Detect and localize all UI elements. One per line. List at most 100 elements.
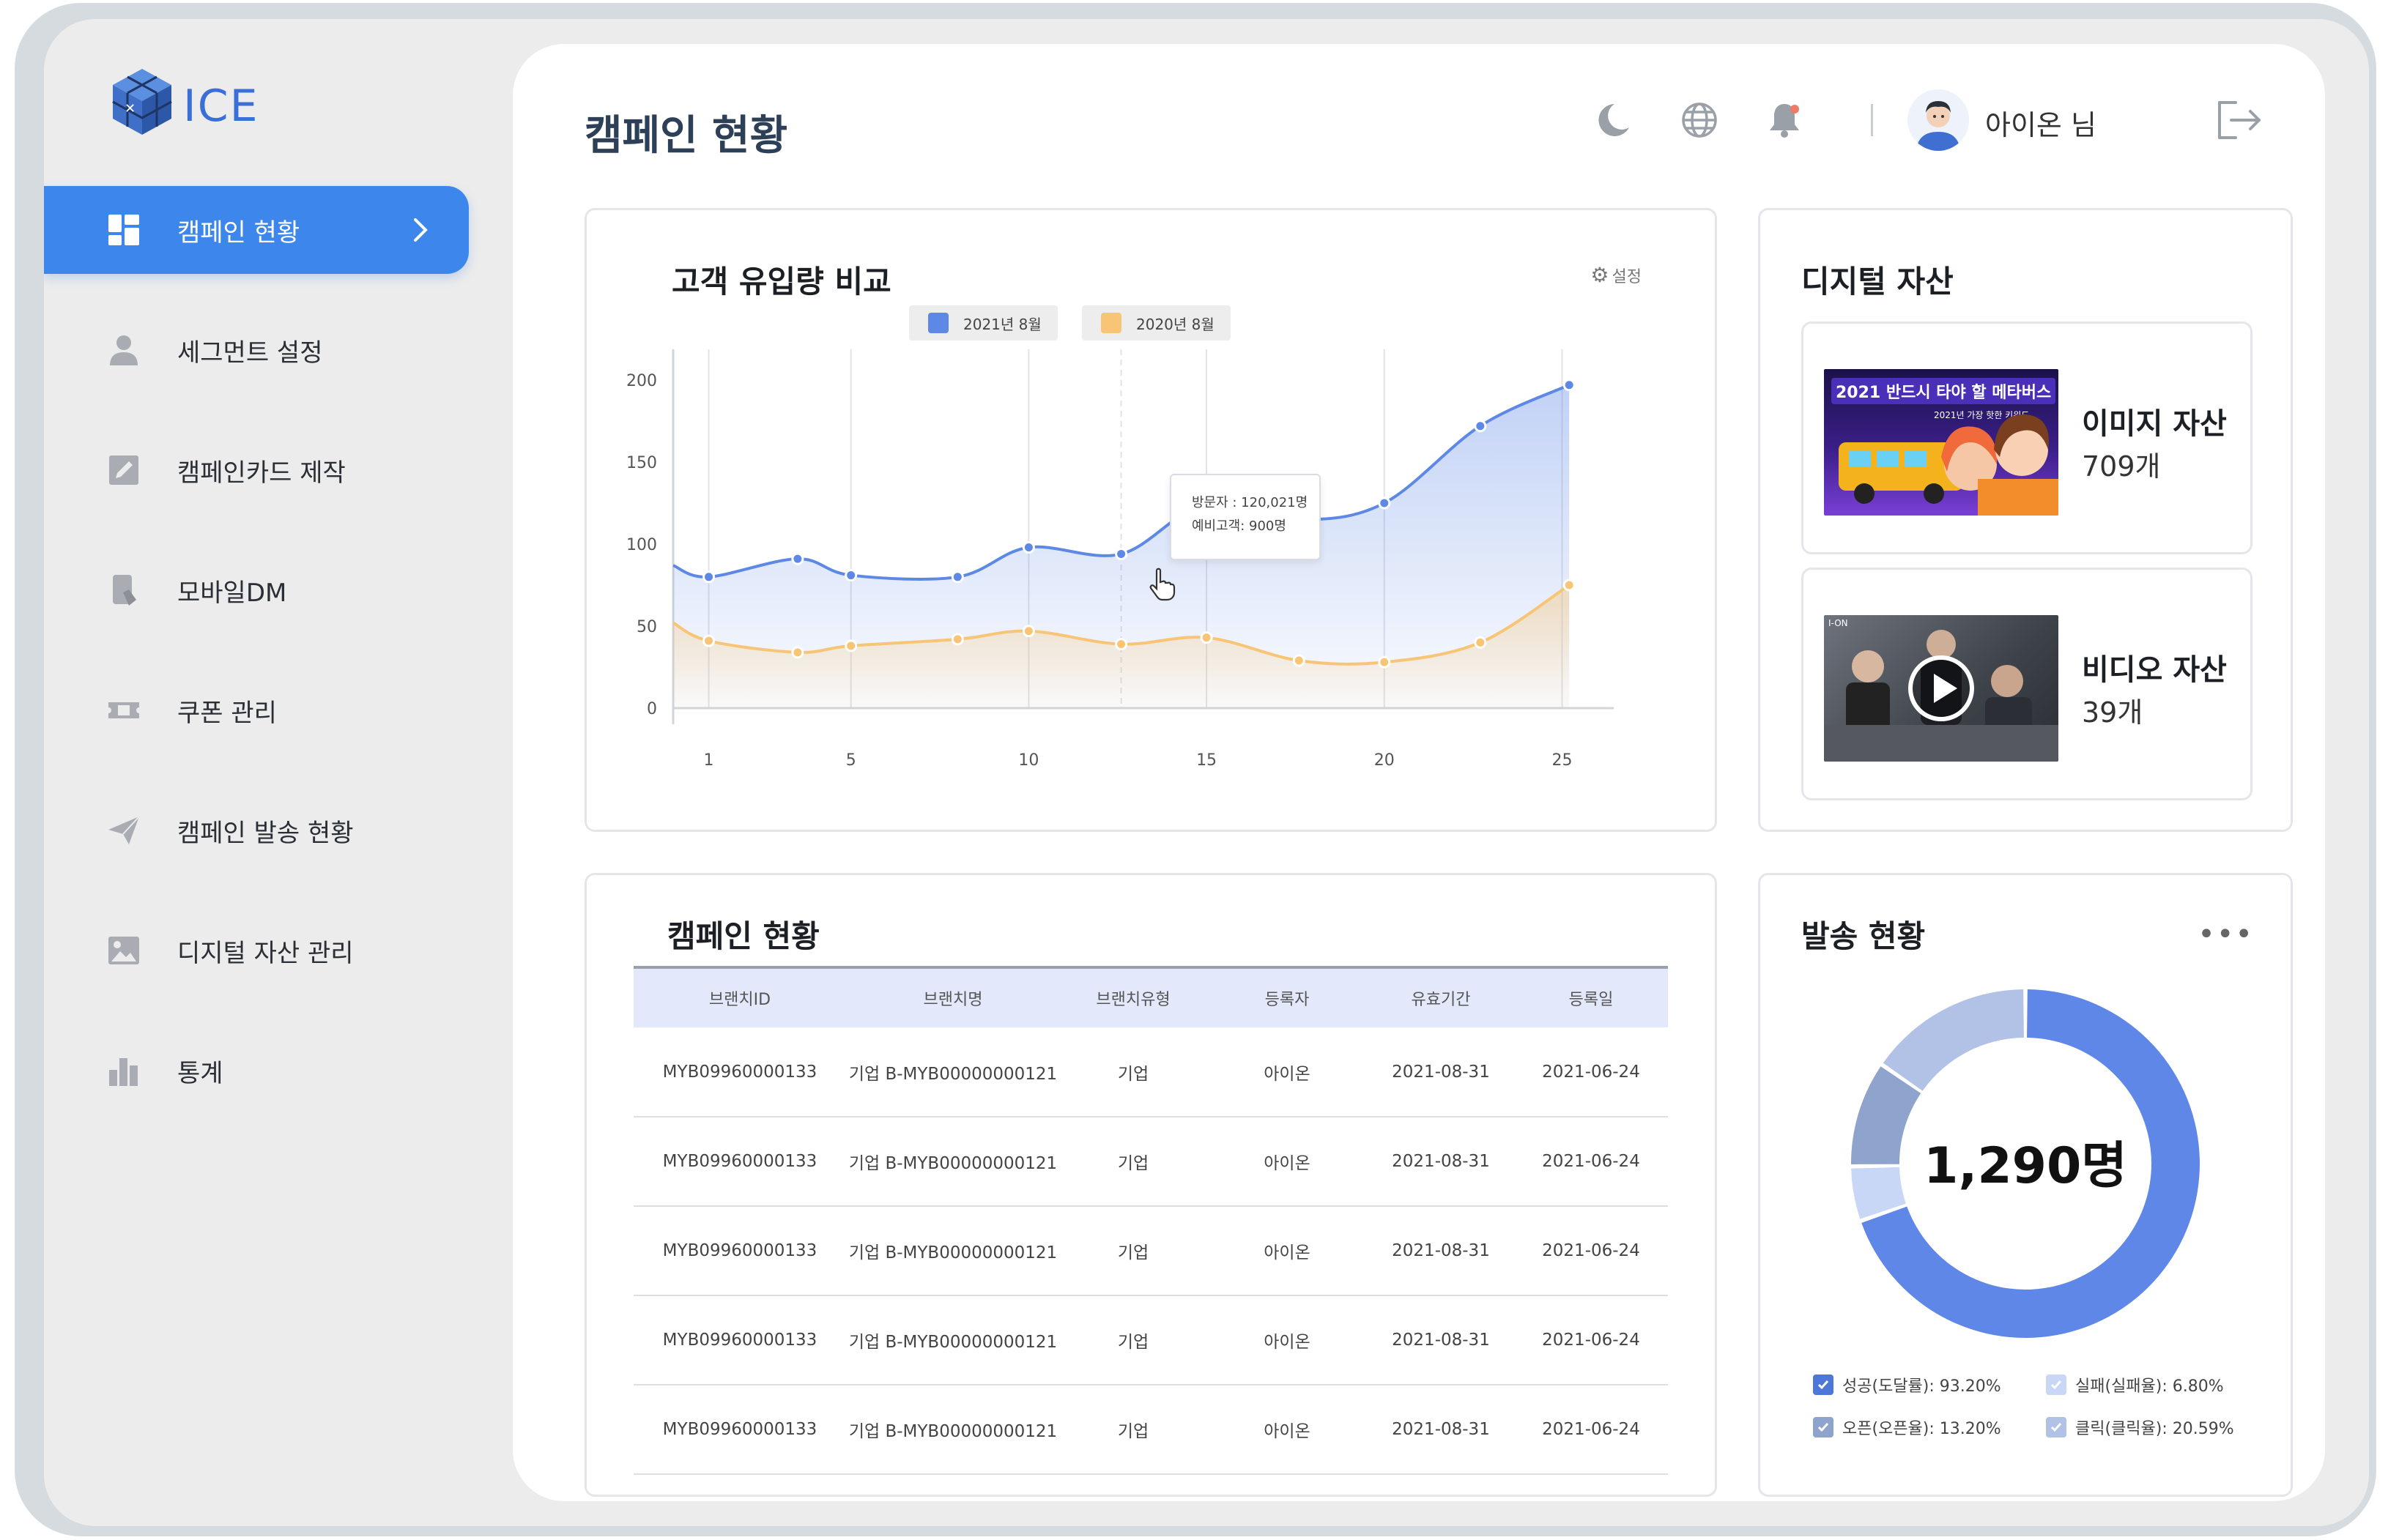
dashboard-icon bbox=[105, 212, 142, 248]
legend-label: 오픈(오픈율): 13.20% bbox=[1842, 1420, 2001, 1438]
table-row[interactable]: MYB09960000133 기업 B-MYB00000000121 기업 아이… bbox=[634, 1027, 1668, 1117]
cell-branch-id: MYB09960000133 bbox=[662, 1062, 817, 1082]
cell-valid-until: 2021-08-31 bbox=[1392, 1062, 1490, 1082]
legend-item-success[interactable]: 성공(도달률): 93.20% bbox=[1813, 1373, 2001, 1396]
send-status-card: 발송 현황 ••• 1,290명 성공(도달률): 93.20% 실패(실패율)… bbox=[1758, 873, 2293, 1497]
sidebar-item-campaign-send[interactable]: 캠페인 발송 현황 bbox=[44, 786, 469, 874]
column-header[interactable]: 등록자 bbox=[1206, 966, 1368, 1027]
sidebar-item-mobile-dm[interactable]: 모바일DM bbox=[44, 546, 469, 634]
x-tick-label: 5 bbox=[846, 751, 856, 770]
logout-icon[interactable] bbox=[2214, 98, 2265, 142]
sidebar-item-digital-asset[interactable]: 디지털 자산 관리 bbox=[44, 907, 469, 994]
table-row[interactable]: MYB09960000133 기업 B-MYB00000000121 기업 아이… bbox=[634, 1295, 1668, 1385]
cell-branch-type: 기업 bbox=[1117, 1422, 1149, 1441]
send-icon bbox=[105, 812, 142, 849]
image-asset-count: 709개 bbox=[2082, 450, 2161, 483]
cell-branch-id: MYB09960000133 bbox=[662, 1331, 817, 1350]
campaign-table-title: 캠페인 현황 bbox=[667, 918, 820, 954]
image-asset-tile[interactable]: 2021 반드시 타야 할 메타버스 2021년 가장 핫한 키워드 이미지 자… bbox=[1801, 321, 2252, 554]
digital-assets-title: 디지털 자산 bbox=[1801, 264, 1954, 300]
sidebar-item-label: 세그먼트 설정 bbox=[177, 338, 323, 368]
image-icon bbox=[105, 932, 142, 969]
column-header[interactable]: 브랜치유형 bbox=[1060, 966, 1206, 1027]
data-point bbox=[791, 646, 804, 659]
video-asset-thumbnail: I-ON bbox=[1824, 615, 2058, 762]
campaign-table-card: 캠페인 현황 브랜치ID 브랜치명 브랜치유형 등록자 유효기간 등록일 MYB bbox=[585, 873, 1717, 1497]
cell-branch-name: 기업 B-MYB00000000121 bbox=[848, 1064, 1058, 1084]
cell-registrant: 아이온 bbox=[1264, 1064, 1310, 1084]
bus-illustration bbox=[1839, 414, 2058, 516]
table-row[interactable]: MYB09960000133 기업 B-MYB00000000121 기업 아이… bbox=[634, 1385, 1668, 1474]
chart-tooltip: 방문자 : 120,021명 예비고객: 900명 bbox=[1170, 474, 1321, 560]
cell-branch-type: 기업 bbox=[1117, 1154, 1149, 1173]
bell-icon[interactable] bbox=[1764, 100, 1805, 141]
sidebar-item-coupon[interactable]: 쿠폰 관리 bbox=[44, 666, 469, 754]
bar-chart-icon bbox=[105, 1052, 142, 1089]
data-point bbox=[951, 570, 964, 584]
image-asset-label: 이미지 자산 bbox=[2082, 407, 2227, 441]
x-tick-label: 15 bbox=[1196, 751, 1217, 770]
mobile-icon bbox=[105, 572, 142, 609]
table-header-row: 브랜치ID 브랜치명 브랜치유형 등록자 유효기간 등록일 bbox=[634, 966, 1668, 1027]
image-asset-thumbnail: 2021 반드시 타야 할 메타버스 2021년 가장 핫한 키워드 bbox=[1824, 369, 2058, 516]
column-header[interactable]: 등록일 bbox=[1514, 966, 1668, 1027]
tooltip-line-visitors: 방문자 : 120,021명 bbox=[1192, 495, 1308, 510]
cell-registrant: 아이온 bbox=[1264, 1243, 1310, 1262]
traffic-area-chart: 0501001502001 5 10 15 20 25 bbox=[626, 349, 1614, 770]
data-point bbox=[1378, 655, 1391, 669]
column-header[interactable]: 브랜치ID bbox=[634, 966, 846, 1027]
logo-text: ICE bbox=[183, 81, 259, 132]
moon-icon[interactable] bbox=[1592, 100, 1634, 141]
legend-item-click[interactable]: 클릭(클릭율): 20.59% bbox=[2046, 1416, 2234, 1439]
cell-branch-name: 기업 B-MYB00000000121 bbox=[848, 1333, 1058, 1352]
table-row[interactable]: MYB09960000133 기업 B-MYB00000000121 기업 아이… bbox=[634, 1206, 1668, 1295]
cell-branch-id: MYB09960000133 bbox=[662, 1152, 817, 1171]
cell-registrant: 아이온 bbox=[1264, 1333, 1310, 1352]
cell-valid-until: 2021-08-31 bbox=[1392, 1152, 1490, 1171]
cell-branch-type: 기업 bbox=[1117, 1333, 1149, 1352]
sidebar-item-segment[interactable]: 세그먼트 설정 bbox=[44, 306, 469, 394]
globe-icon[interactable] bbox=[1679, 100, 1720, 141]
legend-item-failure[interactable]: 실패(실패율): 6.80% bbox=[2046, 1373, 2224, 1396]
x-tick-label: 10 bbox=[1018, 751, 1039, 770]
notification-dot bbox=[1790, 105, 1799, 114]
data-point bbox=[1022, 625, 1035, 638]
device-frame: ✕ ICE 캠페인 현황 세그먼트 설정 캠페인카드 제작 모바일DM 쿠폰 관… bbox=[15, 3, 2376, 1536]
sidebar-item-label: 모바일DM bbox=[177, 578, 287, 608]
sidebar-item-campaign-card[interactable]: 캠페인카드 제작 bbox=[44, 426, 469, 514]
send-status-donut-chart: 1,290명 bbox=[1851, 989, 2200, 1338]
sidebar-nav: 캠페인 현황 세그먼트 설정 캠페인카드 제작 모바일DM 쿠폰 관리 캠페인 … bbox=[44, 186, 469, 1147]
main-panel: 캠페인 현황 아이온 님 고객 유입량 비교 2021년 8월 2020년 8월 bbox=[513, 44, 2325, 1501]
play-icon[interactable] bbox=[1906, 653, 1976, 723]
sidebar-item-campaign-status[interactable]: 캠페인 현황 bbox=[44, 186, 469, 274]
data-point bbox=[1378, 496, 1391, 510]
video-asset-tile[interactable]: I-ON 비디오 자산 39개 bbox=[1801, 568, 2252, 800]
data-point bbox=[1562, 379, 1576, 392]
table-row[interactable]: MYB09960000133 기업 B-MYB00000000121 기업 아이… bbox=[634, 1117, 1668, 1206]
cell-registered: 2021-06-24 bbox=[1542, 1152, 1640, 1171]
page-title: 캠페인 현황 bbox=[585, 112, 788, 160]
svg-text:✕: ✕ bbox=[125, 101, 136, 116]
donut-center-total: 1,290명 bbox=[1924, 1137, 2127, 1195]
cell-valid-until: 2021-08-31 bbox=[1392, 1420, 1490, 1439]
avatar[interactable] bbox=[1907, 89, 1969, 151]
user-name[interactable]: 아이온 님 bbox=[1985, 103, 2096, 143]
cell-branch-name: 기업 B-MYB00000000121 bbox=[848, 1243, 1058, 1262]
column-header[interactable]: 브랜치명 bbox=[846, 966, 1060, 1027]
cell-registered: 2021-06-24 bbox=[1542, 1062, 1640, 1082]
x-tick-label: 1 bbox=[704, 751, 714, 770]
column-header[interactable]: 유효기간 bbox=[1368, 966, 1514, 1027]
digital-assets-card: 디지털 자산 2021 반드시 타야 할 메타버스 2021년 가장 핫한 키워… bbox=[1758, 208, 2293, 832]
cell-branch-name: 기업 B-MYB00000000121 bbox=[848, 1154, 1058, 1173]
sidebar-item-label: 통계 bbox=[177, 1058, 223, 1088]
sidebar-item-statistics[interactable]: 통계 bbox=[44, 1027, 469, 1115]
legend-item-open[interactable]: 오픈(오픈율): 13.20% bbox=[1813, 1416, 2001, 1439]
logo-cube-icon: ✕ bbox=[112, 69, 172, 135]
data-point bbox=[1562, 579, 1576, 592]
data-point bbox=[1474, 420, 1487, 433]
data-point bbox=[1115, 547, 1128, 560]
cell-branch-type: 기업 bbox=[1117, 1243, 1149, 1262]
legend-label: 클릭(클릭율): 20.59% bbox=[2075, 1420, 2234, 1438]
cell-valid-until: 2021-08-31 bbox=[1392, 1241, 1490, 1260]
y-tick-label: 200 bbox=[626, 372, 657, 390]
